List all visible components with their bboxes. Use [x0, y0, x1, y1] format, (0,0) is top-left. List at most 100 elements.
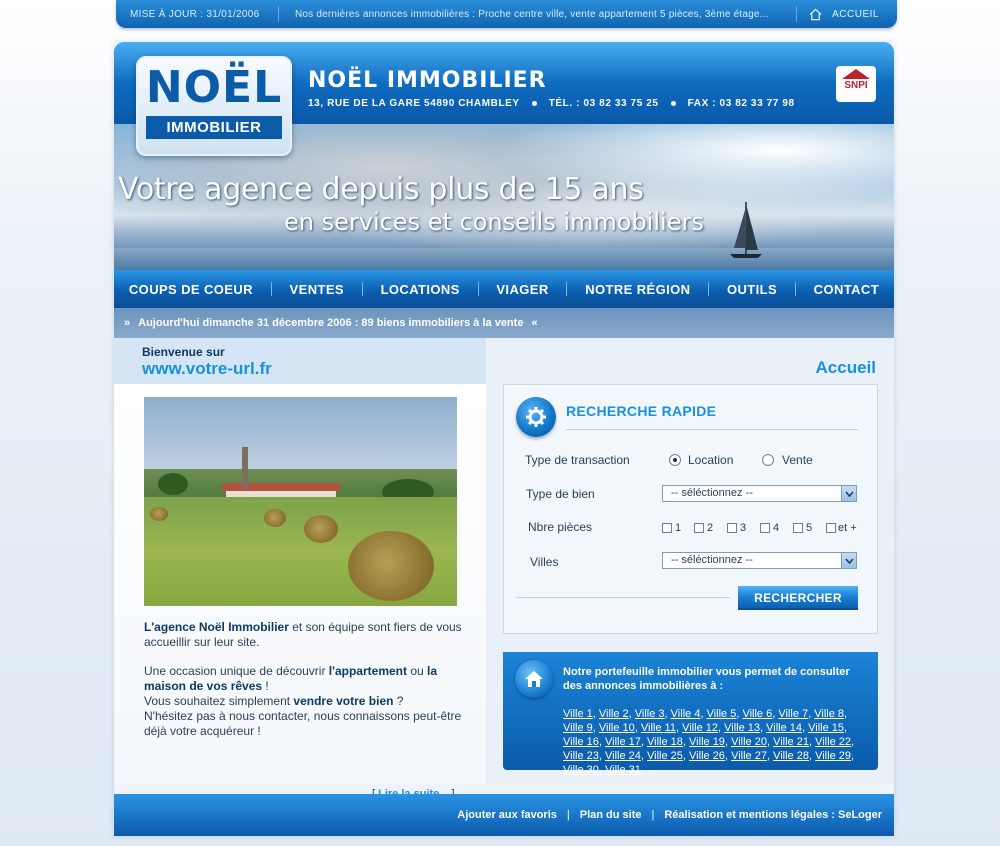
- agency-contact: 13, RUE DE LA GARE 54890 CHAMBLEY TÉL. :…: [308, 98, 795, 109]
- city-link[interactable]: Ville 28: [773, 750, 809, 762]
- city-link[interactable]: Ville 13: [724, 722, 760, 734]
- city-link[interactable]: Ville 7: [778, 708, 808, 720]
- nav-ventes[interactable]: VENTES: [290, 282, 344, 297]
- city-link[interactable]: Ville 15: [808, 722, 844, 734]
- update-date: MISE À JOUR : 31/01/2006: [130, 8, 260, 20]
- city-link[interactable]: Ville 31: [605, 764, 641, 776]
- intro-p3-strong: vendre votre bien: [293, 694, 394, 708]
- city-link[interactable]: Ville 19: [689, 736, 725, 748]
- main-nav: COUPS DE COEUR VENTES LOCATIONS VIAGER N…: [114, 270, 894, 308]
- welcome-label: Bienvenue sur: [142, 345, 225, 359]
- rooms-label: Nbre pièces: [528, 520, 593, 534]
- city-link[interactable]: Ville 27: [731, 750, 767, 762]
- radio-vente[interactable]: [762, 454, 774, 466]
- property-type-value: -- séléctionnez --: [671, 487, 753, 499]
- nav-divider: [708, 282, 710, 296]
- city-links: Ville 1, Ville 2, Ville 3, Ville 4, Vill…: [563, 708, 855, 776]
- logo-title: NOËL: [145, 62, 283, 113]
- city-link[interactable]: Ville 21: [773, 736, 809, 748]
- transaction-label: Type de transaction: [525, 453, 630, 467]
- city-link[interactable]: Ville 5: [707, 708, 737, 720]
- logo-subtitle: IMMOBILIER: [146, 116, 282, 139]
- city-link[interactable]: Ville 20: [731, 736, 767, 748]
- bullet: [670, 101, 676, 106]
- city-link[interactable]: Ville 1: [563, 708, 593, 720]
- nav-outils[interactable]: OUTILS: [727, 282, 777, 297]
- city-link[interactable]: Ville 16: [563, 736, 599, 748]
- city-link[interactable]: Ville 23: [563, 750, 599, 762]
- nav-divider: [361, 282, 363, 296]
- divider: |: [566, 809, 570, 821]
- ticker-prefix: »: [124, 317, 131, 329]
- city-link[interactable]: Ville 24: [605, 750, 641, 762]
- rooms-checkbox-5[interactable]: [793, 523, 803, 533]
- city-link[interactable]: Ville 12: [682, 722, 718, 734]
- radio-location[interactable]: [669, 454, 681, 466]
- countryside-photo: [144, 397, 457, 606]
- intro-p2: ou: [407, 664, 428, 678]
- city-link[interactable]: Ville 29: [815, 750, 851, 762]
- nav-viager[interactable]: VIAGER: [496, 282, 548, 297]
- rooms-checkbox-2[interactable]: [694, 523, 704, 533]
- search-gear-icon: [516, 397, 556, 437]
- sailboat-icon: [730, 202, 762, 258]
- city-link[interactable]: Ville 30: [563, 764, 599, 776]
- rooms-checkbox-4[interactable]: [760, 523, 770, 533]
- city-link[interactable]: Ville 22: [815, 736, 851, 748]
- footer: Ajouter aux favoris | Plan du site | Réa…: [114, 794, 894, 836]
- nav-contact[interactable]: CONTACT: [814, 282, 879, 297]
- ticker-suffix: «: [531, 317, 538, 329]
- city-link[interactable]: Ville 11: [641, 722, 676, 734]
- photo-tree: [158, 473, 188, 495]
- nav-locations[interactable]: LOCATIONS: [381, 282, 460, 297]
- top-bar: MISE À JOUR : 31/01/2006 Nos dernières a…: [116, 0, 897, 28]
- credits-brand: SeLoger: [837, 809, 882, 821]
- city-link[interactable]: Ville 18: [647, 736, 683, 748]
- nav-notre-region[interactable]: NOTRE RÉGION: [585, 282, 690, 297]
- snpi-roof-icon: [842, 69, 870, 79]
- welcome-panel: L'agence Noël Immobilier et son équipe s…: [114, 384, 486, 800]
- house-icon: [515, 660, 553, 698]
- city-link[interactable]: Ville 26: [689, 750, 725, 762]
- city-link[interactable]: Ville 2: [599, 708, 629, 720]
- banner-headline: Votre agence depuis plus de 15 ans: [118, 172, 644, 207]
- agency-name: NOËL IMMOBILIER: [308, 68, 547, 93]
- bullet: [531, 101, 537, 106]
- credits-link[interactable]: Réalisation et mentions légales : SeLoge…: [664, 809, 882, 821]
- city-link[interactable]: Ville 10: [599, 722, 635, 734]
- city-label: Villes: [530, 555, 559, 569]
- intro-p3: Vous souhaitez simplement: [144, 694, 294, 708]
- rooms-checkbox-3[interactable]: [727, 523, 737, 533]
- photo-bale: [264, 509, 286, 527]
- intro-p2: Une occasion unique de découvrir: [144, 664, 329, 678]
- nav-coups-de-coeur[interactable]: COUPS DE COEUR: [129, 282, 253, 297]
- nav-divider: [477, 282, 479, 296]
- page-title: Accueil: [815, 358, 876, 377]
- city-link[interactable]: Ville 9: [563, 722, 593, 734]
- city-link[interactable]: Ville 25: [647, 750, 683, 762]
- radio-vente-label: Vente: [782, 453, 813, 467]
- chevron-down-icon: [841, 486, 856, 501]
- city-link[interactable]: Ville 3: [635, 708, 665, 720]
- nav-divider: [566, 282, 568, 296]
- agency-logo[interactable]: NOËL IMMOBILIER: [136, 56, 292, 156]
- radio-location-label: Location: [688, 453, 734, 467]
- city-select[interactable]: -- séléctionnez --: [662, 552, 857, 569]
- gear-icon: [526, 407, 546, 427]
- rooms-checkbox-1[interactable]: [662, 523, 672, 533]
- city-link[interactable]: Ville 6: [742, 708, 772, 720]
- city-link[interactable]: Ville 8: [814, 708, 844, 720]
- rooms-checkbox-6-plus[interactable]: [826, 523, 836, 533]
- home-link[interactable]: ACCUEIL: [797, 8, 897, 21]
- add-favorites-link[interactable]: Ajouter aux favoris: [457, 809, 557, 821]
- city-link[interactable]: Ville 14: [766, 722, 802, 734]
- sitemap-link[interactable]: Plan du site: [580, 809, 642, 821]
- city-link[interactable]: Ville 4: [671, 708, 701, 720]
- rooms-option-label: 1: [675, 522, 682, 534]
- search-button[interactable]: RECHERCHER: [738, 586, 858, 610]
- city-link[interactable]: Ville 17: [605, 736, 641, 748]
- intro-p4: N'hésitez pas à nous contacter, nous con…: [144, 709, 462, 738]
- property-type-select[interactable]: -- séléctionnez --: [662, 485, 857, 502]
- latest-listings-ticker[interactable]: Nos dernières annonces immobilières : Pr…: [279, 9, 796, 20]
- nav-divider: [794, 282, 796, 296]
